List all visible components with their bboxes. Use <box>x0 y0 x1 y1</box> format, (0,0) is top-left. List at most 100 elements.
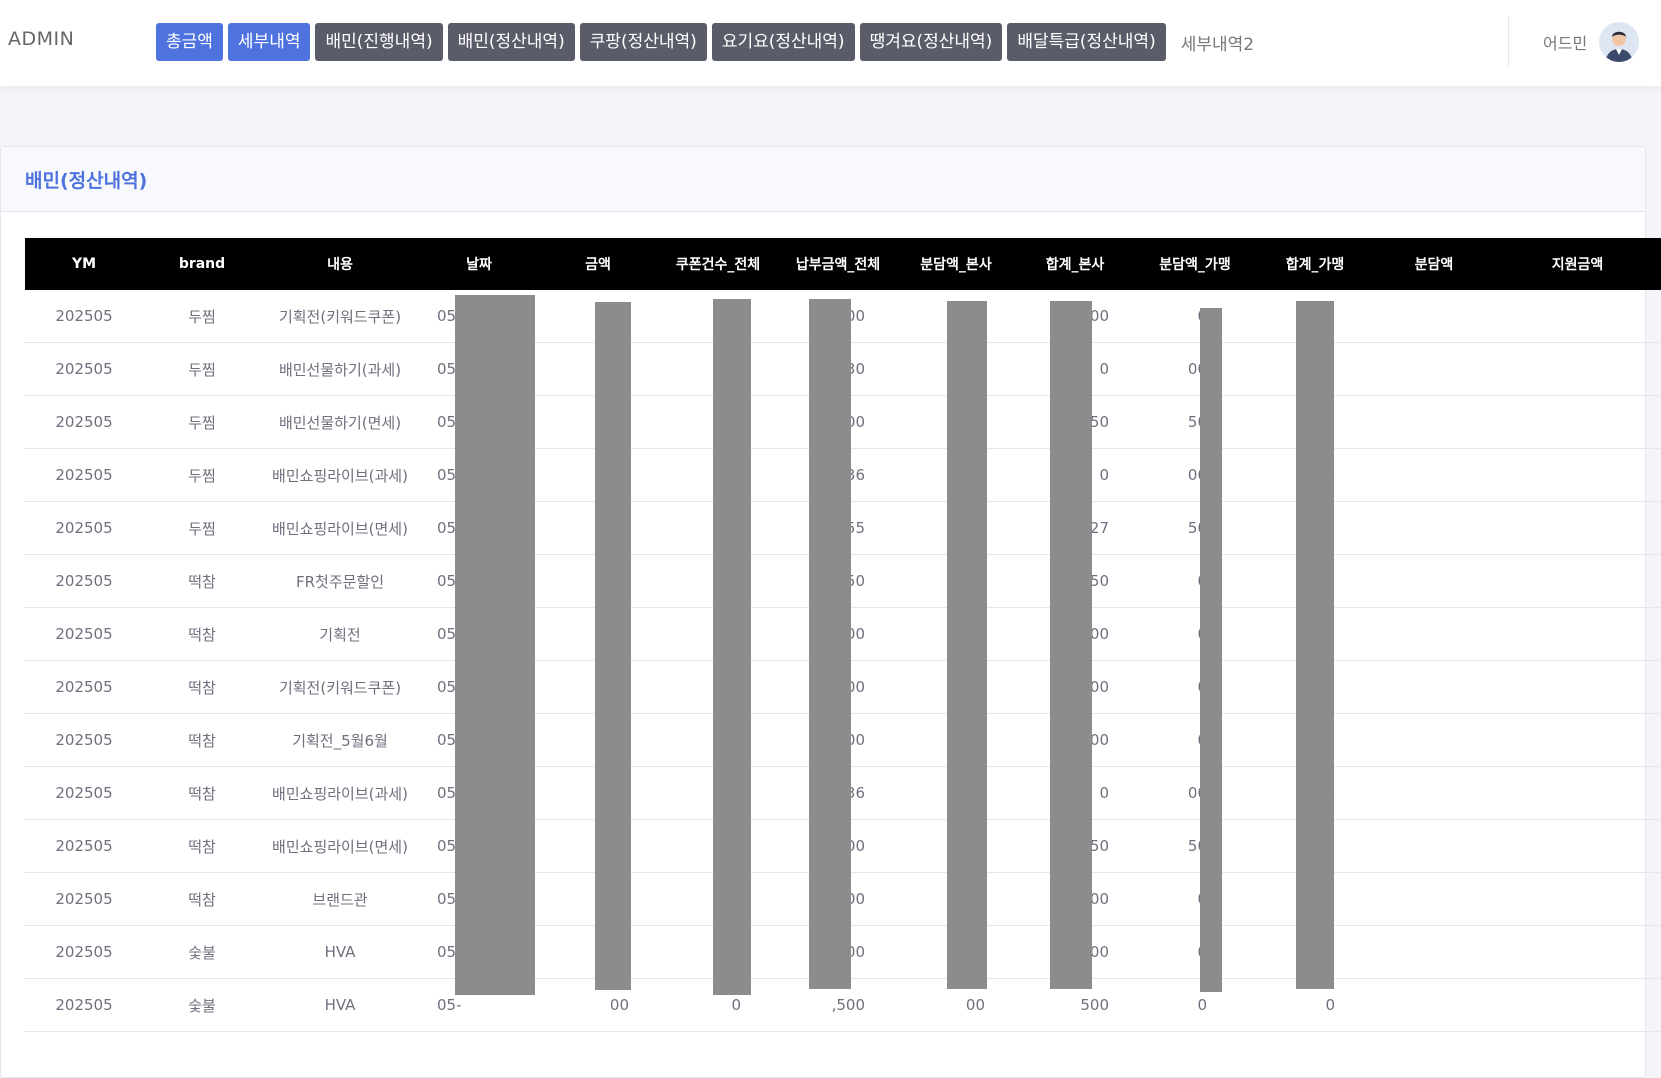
table-cell: 떡참 <box>143 607 261 661</box>
redaction-bar <box>595 302 631 990</box>
table-cell: 배민선물하기(과세) <box>261 342 419 396</box>
redaction-bar <box>809 299 851 989</box>
table-cell: 202505 <box>25 607 143 661</box>
column-header[interactable]: 날짜 <box>419 238 539 290</box>
redaction-bar <box>713 299 751 995</box>
column-header[interactable]: YM <box>25 238 143 290</box>
table-cell <box>1375 448 1493 502</box>
table-cell: 0 <box>1135 554 1255 608</box>
column-header[interactable]: 쿠폰건수_전체 <box>657 238 779 290</box>
table-cell: 00 <box>1135 766 1255 820</box>
nav-link-detail2[interactable]: 세부내역2 <box>1181 30 1254 55</box>
table-cell: 00 <box>1135 342 1255 396</box>
user-name[interactable]: 어드민 <box>1543 30 1587 54</box>
table-cell: 두찜 <box>143 395 261 449</box>
table-cell: 0 <box>1135 978 1255 1032</box>
table-cell: 00 <box>1135 448 1255 502</box>
table-cell <box>1375 607 1493 661</box>
column-header[interactable]: 금액 <box>539 238 657 290</box>
table-cell: 202505 <box>25 554 143 608</box>
table-cell: 떡참 <box>143 660 261 714</box>
table-cell: 두찜 <box>143 448 261 502</box>
redaction-bar <box>947 301 987 989</box>
table-cell: 50 <box>1135 395 1255 449</box>
table-cell: 두찜 <box>143 342 261 396</box>
table-cell <box>1375 290 1493 343</box>
column-header[interactable]: 분담액_본사 <box>897 238 1015 290</box>
table-cell <box>1493 554 1661 608</box>
table-cell: 202505 <box>25 395 143 449</box>
user-avatar-icon[interactable] <box>1599 22 1639 62</box>
table-cell <box>1375 925 1493 979</box>
table-cell: HVA <box>261 978 419 1032</box>
table-cell: 배민선물하기(면세) <box>261 395 419 449</box>
table-cell <box>1375 766 1493 820</box>
table-cell: 배민쇼핑라이브(면세) <box>261 501 419 555</box>
nav-button-2[interactable]: 배민(진행내역) <box>315 23 443 61</box>
table-cell: 202505 <box>25 448 143 502</box>
table-cell <box>1375 342 1493 396</box>
table-cell: 202505 <box>25 290 143 343</box>
nav-button-7[interactable]: 배달특급(정산내역) <box>1007 23 1166 61</box>
table-cell: 떡참 <box>143 554 261 608</box>
table-cell <box>1493 925 1661 979</box>
main-nav: 총금액 세부내역 배민(진행내역) 배민(정산내역) 쿠팡(정산내역) 요기요(정산내역)… <box>156 23 1254 61</box>
nav-button-3[interactable]: 배민(정산내역) <box>447 23 575 61</box>
nav-button-4[interactable]: 쿠팡(정산내역) <box>579 23 707 61</box>
table-cell: 기획전_5월6월 <box>261 713 419 767</box>
nav-button-5[interactable]: 요기요(정산내역) <box>711 23 855 61</box>
top-navbar: ADMIN 총금액 세부내역 배민(진행내역) 배민(정산내역) 쿠팡(정산내역) 요기요… <box>0 0 1661 86</box>
table-cell <box>1493 978 1661 1032</box>
column-header[interactable]: 분담액_가맹 <box>1135 238 1255 290</box>
table-cell: 0 <box>1135 660 1255 714</box>
table-cell: 202505 <box>25 713 143 767</box>
table-cell: 0 <box>1135 925 1255 979</box>
nav-button-1[interactable]: 세부내역 <box>227 23 311 61</box>
table-cell <box>1375 713 1493 767</box>
column-header[interactable]: 내용 <box>261 238 419 290</box>
table-cell: 떡참 <box>143 872 261 926</box>
table-cell <box>1375 501 1493 555</box>
table-cell <box>1375 819 1493 873</box>
column-header[interactable]: 분담액 <box>1375 238 1493 290</box>
nav-button-6[interactable]: 땡겨요(정산내역) <box>859 23 1003 61</box>
table-cell: 202505 <box>25 872 143 926</box>
table-cell: 202505 <box>25 342 143 396</box>
brand-logo[interactable]: ADMIN <box>8 28 74 50</box>
nav-button-0[interactable]: 총금액 <box>156 23 223 61</box>
table-cell: 숯불 <box>143 978 261 1032</box>
redaction-bar <box>455 295 535 995</box>
table-cell: 기획전(키워드쿠폰) <box>261 290 419 343</box>
column-header[interactable]: 합계_가맹 <box>1255 238 1375 290</box>
table-cell <box>1493 660 1661 714</box>
table-cell: 브랜드관 <box>261 872 419 926</box>
table-cell <box>1375 872 1493 926</box>
table-cell: 배민쇼핑라이브(면세) <box>261 819 419 873</box>
table-cell: HVA <box>261 925 419 979</box>
table-header-row: YM brand 내용 날짜 금액 쿠폰건수_전체 납부금액_전체 분담액_본사 합계_본사 분담… <box>25 238 1661 290</box>
redaction-bar <box>1296 301 1334 989</box>
table-cell: 50 <box>1135 501 1255 555</box>
table-cell: 0 <box>1135 607 1255 661</box>
table-cell: 배민쇼핑라이브(과세) <box>261 448 419 502</box>
table-cell: 떡참 <box>143 766 261 820</box>
column-header[interactable]: 지원금액 <box>1493 238 1661 290</box>
table-cell <box>1493 766 1661 820</box>
table-cell: 0 <box>1135 713 1255 767</box>
column-header[interactable]: brand <box>143 238 261 290</box>
table-cell: 202505 <box>25 660 143 714</box>
card-header: 배민(정산내역) <box>1 147 1645 212</box>
table-cell <box>1493 501 1661 555</box>
table-cell <box>1493 819 1661 873</box>
table-cell: 배민쇼핑라이브(과세) <box>261 766 419 820</box>
table-cell <box>1493 290 1661 343</box>
column-header[interactable]: 합계_본사 <box>1015 238 1135 290</box>
table-cell: 기획전(키워드쿠폰) <box>261 660 419 714</box>
settlement-card: 배민(정산내역) YM brand 내용 날짜 금액 쿠폰건수_전체 납부금액_전체 분담액_… <box>0 146 1661 1078</box>
table-cell: 202505 <box>25 978 143 1032</box>
table-cell <box>1375 395 1493 449</box>
table-cell <box>1493 872 1661 926</box>
table-cell: 0 <box>1135 872 1255 926</box>
column-header[interactable]: 납부금액_전체 <box>779 238 897 290</box>
table-container[interactable]: YM brand 내용 날짜 금액 쿠폰건수_전체 납부금액_전체 분담액_본사 합계_본사 분담… <box>25 238 1661 1032</box>
